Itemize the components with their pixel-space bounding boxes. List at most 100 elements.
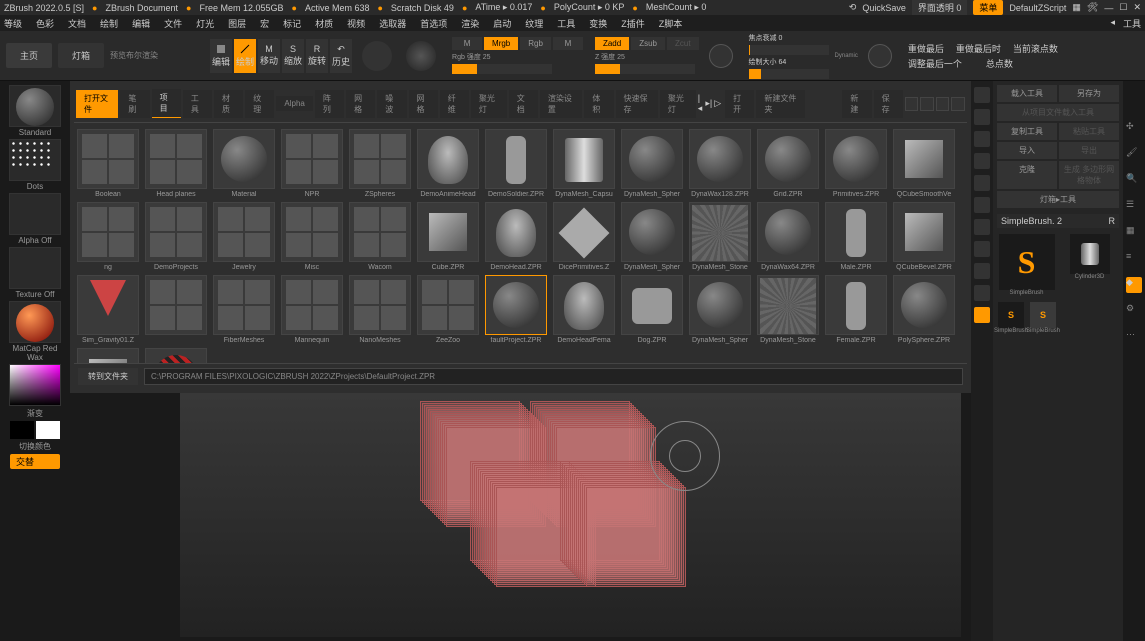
pin-prev-icon[interactable]: ◂ <box>1110 17 1115 30</box>
lb-tab[interactable]: 网格 <box>409 90 438 118</box>
quicksave-button[interactable]: QuickSave <box>862 3 906 13</box>
load-tool-button[interactable]: 载入工具 <box>997 85 1057 102</box>
brush-picker[interactable] <box>9 85 61 127</box>
mini-tool[interactable]: S <box>1030 302 1056 328</box>
lightbox-item[interactable]: DynaMesh_Spher <box>620 129 684 198</box>
rgb-toggle[interactable]: Rgb <box>520 37 551 50</box>
lightbox-tab[interactable]: 灯箱 <box>58 43 104 68</box>
lightbox-item[interactable]: Sim_HeadCover. <box>144 348 208 363</box>
divider-icon[interactable]: ✣ <box>1126 121 1142 137</box>
import-button[interactable]: 导入 <box>997 142 1057 159</box>
lightbox-item[interactable]: ZeeZoo <box>416 275 480 344</box>
lb-run-icon[interactable]: ▷ <box>714 98 721 109</box>
lb-tab-open[interactable]: 打开文件 <box>76 90 118 118</box>
default-zscript[interactable]: DefaultZScript <box>1009 3 1066 13</box>
lb-tab[interactable]: 纹理 <box>245 90 274 118</box>
lightbox-item[interactable]: QCubeSmoothVe <box>892 129 956 198</box>
menu-item[interactable]: 标记 <box>283 17 301 30</box>
dynamic-label[interactable]: Dynamic <box>835 53 858 59</box>
lightbox-item[interactable]: Cube.ZPR <box>416 202 480 271</box>
search-icon[interactable]: 🔍 <box>1126 173 1142 189</box>
lightbox-item[interactable]: DynaMesh_Capsu <box>552 129 616 198</box>
lightbox-item[interactable]: Sim_Gravity01.Z <box>76 275 140 344</box>
floor-icon[interactable] <box>974 241 990 257</box>
lightbox-item[interactable]: QCubeSmooth.ZP <box>76 348 140 363</box>
lb-tab-projects[interactable]: 项目 <box>152 89 181 118</box>
undo-before[interactable]: 重做最后 <box>908 42 944 55</box>
mode-rotate[interactable]: R旋转 <box>306 39 328 73</box>
alt-button[interactable]: 交替 <box>10 454 60 469</box>
zsub-toggle[interactable]: Zsub <box>631 37 665 50</box>
brush-icon[interactable]: 🖌 <box>1126 147 1142 163</box>
lightbox-item[interactable]: ZSpheres <box>348 129 412 198</box>
goto-folder-button[interactable]: 转到文件夹 <box>78 368 138 385</box>
menu-item[interactable]: 宏 <box>260 17 269 30</box>
export-button[interactable]: 导出 <box>1059 142 1119 159</box>
lightbox-item[interactable]: NPR <box>280 129 344 198</box>
nav-next-icon[interactable]: ▸| <box>705 98 712 109</box>
lightbox-item[interactable]: DicePrimitives.Z <box>552 202 616 271</box>
lb-tab[interactable]: 笔刷 <box>120 90 149 118</box>
close-icon[interactable]: ✕ <box>1133 2 1141 13</box>
lightbox-item[interactable]: Dog.ZPR <box>620 275 684 344</box>
frame-icon[interactable] <box>974 175 990 191</box>
m-toggle[interactable]: M <box>452 37 482 50</box>
lb-tab[interactable]: 渲染设置 <box>540 90 582 118</box>
path-input[interactable] <box>144 368 963 385</box>
lightbox-item[interactable]: DynaMesh_Spher <box>688 275 752 344</box>
undo-after[interactable]: 重做最后时 <box>956 42 1001 55</box>
switch-label[interactable]: 切换颜色 <box>19 441 51 452</box>
lb-newfolder-button[interactable]: 新建文件夹 <box>756 90 805 118</box>
mode-move[interactable]: M移动 <box>258 39 280 73</box>
material-picker[interactable] <box>9 301 61 343</box>
color-picker[interactable] <box>9 364 61 406</box>
menu-item[interactable]: 等级 <box>4 17 22 30</box>
eye-icon[interactable] <box>974 131 990 147</box>
menus-button[interactable]: 菜单 <box>973 0 1003 15</box>
lightbox-item[interactable]: DemoAnimeHead <box>416 129 480 198</box>
lightbox-tools-button[interactable]: 灯箱▸工具 <box>997 191 1119 208</box>
rgb-intensity-slider[interactable] <box>452 64 552 74</box>
minimize-icon[interactable]: — <box>1104 3 1113 13</box>
swatch-white[interactable] <box>36 421 60 439</box>
lightbox-item[interactable]: Boolean <box>76 129 140 198</box>
lightbox-item[interactable]: Female.ZPR <box>824 275 888 344</box>
maximize-icon[interactable]: ☐ <box>1119 2 1127 13</box>
mini-tool[interactable]: S <box>998 302 1024 328</box>
lightbox-item[interactable]: QCubeBevel.ZPR <box>892 202 956 271</box>
lightbox-item[interactable]: Material <box>212 129 276 198</box>
lightbox-item[interactable]: Grid.ZPR <box>756 129 820 198</box>
wrench-icon[interactable]: 🛠 <box>1087 2 1098 13</box>
lb-tab[interactable]: 聚光灯 <box>660 90 696 118</box>
lightbox-item[interactable]: FiberMeshes <box>212 275 276 344</box>
lightbox-item[interactable]: Jewelry <box>212 202 276 271</box>
lightbox-item[interactable]: DemoProjects <box>144 202 208 271</box>
bars-icon[interactable]: ≡ <box>1126 251 1142 267</box>
lb-tab[interactable]: 噪波 <box>377 90 406 118</box>
lightbox-item[interactable]: DynaMesh_Stone <box>688 202 752 271</box>
xyz-icon[interactable] <box>974 307 990 323</box>
menu-item[interactable]: 材质 <box>315 17 333 30</box>
local-icon[interactable] <box>974 263 990 279</box>
hundred-icon[interactable] <box>974 153 990 169</box>
lb-tab[interactable]: 材质 <box>214 90 243 118</box>
menu-item[interactable]: 视频 <box>347 17 365 30</box>
lightbox-item[interactable]: DynaWax64.ZPR <box>756 202 820 271</box>
lock-icon[interactable] <box>974 285 990 301</box>
lb-tab[interactable]: 工具 <box>183 90 212 118</box>
mode-edit[interactable]: 编辑 <box>210 39 232 73</box>
lightbox-item[interactable]: PolySphere.ZPR <box>892 275 956 344</box>
swatch-black[interactable] <box>10 421 34 439</box>
menu-item[interactable]: 灯光 <box>196 17 214 30</box>
size-curve-button[interactable] <box>868 44 892 68</box>
menu-item[interactable]: 渲染 <box>461 17 479 30</box>
alpha-picker[interactable] <box>9 193 61 235</box>
grid2-icon[interactable]: ▦ <box>1126 225 1142 241</box>
rollback-icon[interactable]: ⟲ <box>849 2 857 13</box>
view-med-icon[interactable] <box>920 97 934 111</box>
lightbox-item[interactable]: DynaMesh_Stone <box>756 275 820 344</box>
lb-tab[interactable]: 网格 <box>346 90 375 118</box>
subtool-icon[interactable] <box>974 87 990 103</box>
lightbox-item[interactable]: DemoHeadFema <box>552 275 616 344</box>
focal-slider[interactable] <box>749 45 829 55</box>
